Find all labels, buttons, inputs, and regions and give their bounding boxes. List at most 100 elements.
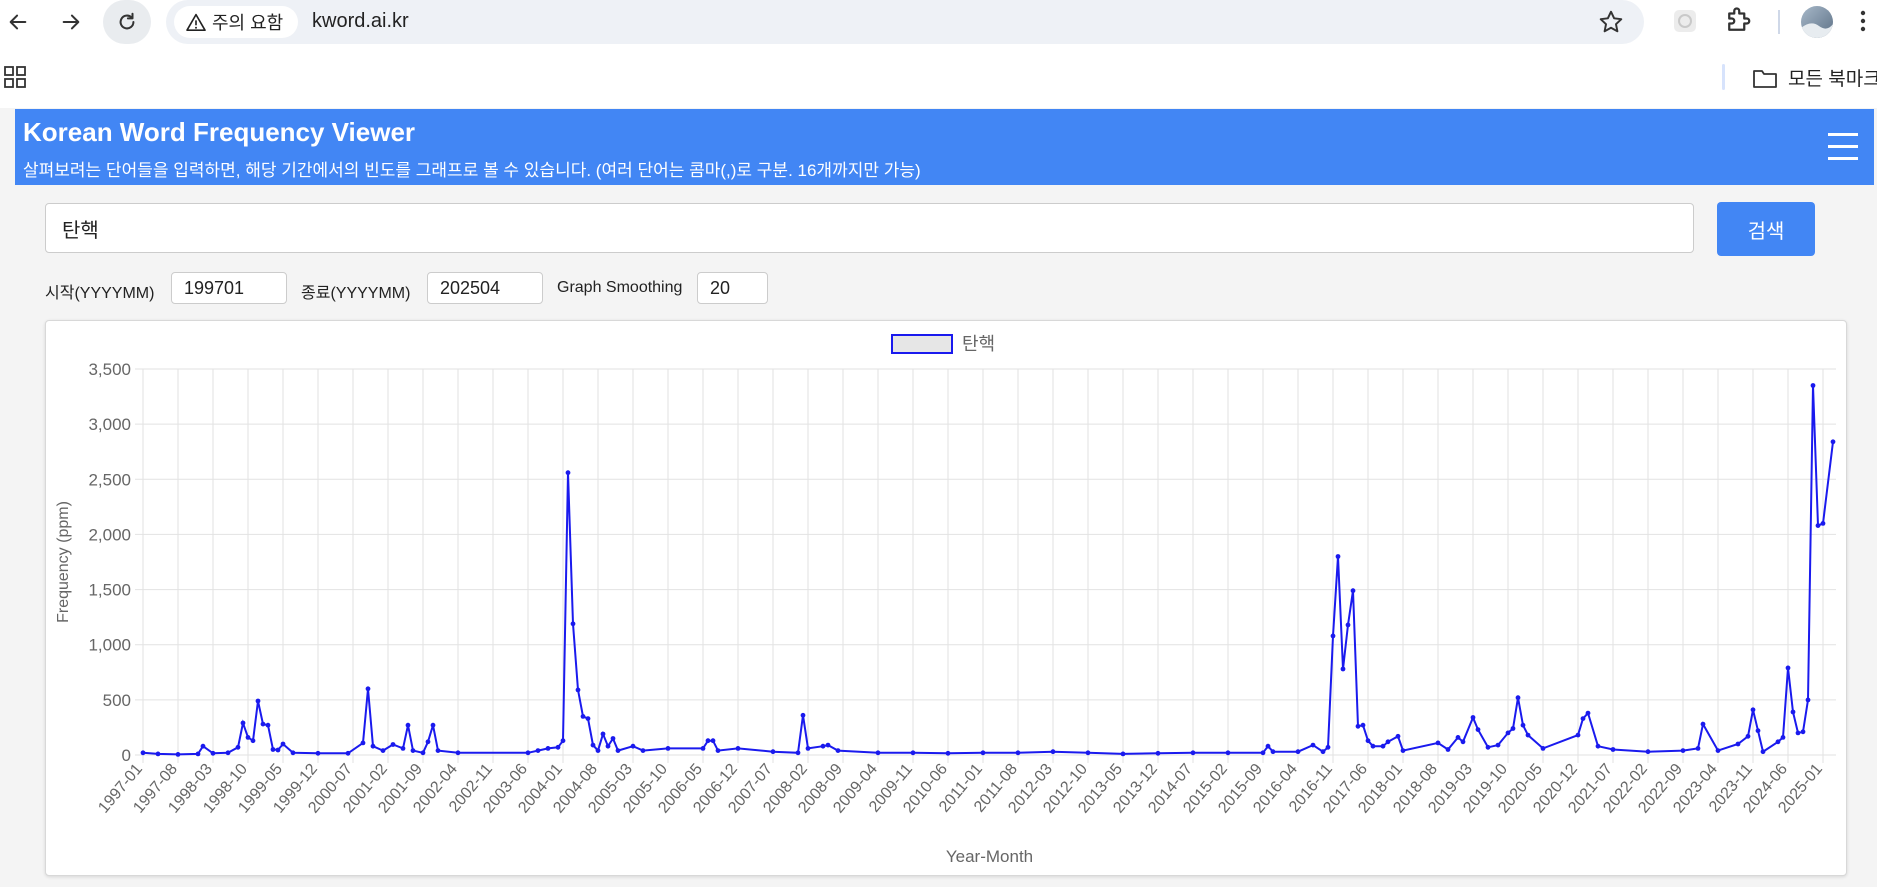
data-point — [1085, 750, 1091, 756]
back-button[interactable] — [2, 6, 34, 38]
page-subtitle: 살펴보려는 단어들을 입력하면, 해당 기간에서의 빈도를 그래프로 볼 수 있… — [23, 161, 921, 180]
data-point — [1815, 523, 1821, 528]
url-text[interactable]: kword.ai.kr — [312, 10, 409, 33]
data-point — [1540, 746, 1546, 751]
data-point — [1785, 665, 1791, 671]
y-tick-label: 1,500 — [88, 581, 131, 600]
data-point — [700, 746, 706, 751]
apps-grid-icon[interactable] — [4, 66, 26, 93]
browser-menu-icon[interactable] — [1853, 6, 1873, 36]
toolbar-divider — [1778, 10, 1780, 34]
address-bar[interactable]: 주의 요함 kword.ai.kr — [166, 0, 1644, 44]
profile-avatar[interactable] — [1801, 6, 1833, 38]
hamburger-menu-icon[interactable] — [1828, 133, 1858, 161]
all-bookmarks-folder[interactable]: 모든 북마크 — [1752, 64, 1877, 91]
data-point — [1805, 697, 1811, 703]
data-point — [570, 621, 576, 627]
data-point — [1455, 735, 1461, 740]
data-point — [1645, 749, 1651, 755]
data-point — [565, 470, 571, 476]
reload-button[interactable] — [103, 0, 151, 44]
search-input[interactable] — [45, 203, 1694, 253]
data-point — [835, 748, 841, 753]
data-point — [1745, 733, 1751, 739]
data-point — [1485, 744, 1491, 750]
security-warning-chip[interactable]: 주의 요함 — [174, 6, 298, 38]
data-point — [805, 746, 811, 751]
data-point — [265, 722, 271, 728]
data-point — [1155, 750, 1161, 756]
extension-icon[interactable] — [1670, 6, 1700, 36]
data-point — [1525, 732, 1531, 738]
data-point — [235, 744, 241, 750]
data-point — [545, 746, 551, 751]
data-point — [1340, 666, 1346, 672]
data-point — [155, 751, 161, 757]
data-point — [1345, 622, 1351, 628]
bookmark-star-icon[interactable] — [1598, 9, 1624, 35]
data-point — [640, 748, 646, 753]
data-point — [1695, 746, 1701, 751]
data-point — [715, 748, 721, 753]
forward-button[interactable] — [55, 6, 87, 38]
data-point — [405, 722, 411, 728]
data-point — [1325, 744, 1331, 750]
page-title: Korean Word Frequency Viewer — [23, 117, 416, 147]
extensions-puzzle-icon[interactable] — [1723, 6, 1753, 36]
data-point — [240, 720, 246, 726]
y-tick-label: 3,500 — [88, 360, 131, 379]
data-point — [1330, 633, 1336, 639]
data-point — [1365, 738, 1371, 744]
x-axis-title: Year-Month — [946, 847, 1033, 866]
start-date-input[interactable] — [171, 272, 287, 304]
data-point — [1780, 735, 1786, 740]
data-point — [595, 748, 601, 753]
bookmarks-separator — [1722, 64, 1725, 90]
data-point — [615, 748, 621, 753]
y-tick-label: 1,000 — [88, 636, 131, 655]
data-point — [400, 746, 406, 751]
data-point — [1610, 747, 1616, 752]
data-point — [1355, 723, 1361, 729]
y-axis-title: Frequency (ppm) — [55, 501, 72, 623]
data-point — [360, 740, 366, 746]
data-point — [1335, 554, 1341, 559]
data-point — [225, 750, 231, 756]
data-point — [1515, 695, 1521, 701]
data-point — [1800, 729, 1806, 735]
data-point — [1265, 743, 1271, 749]
legend-label: 탄핵 — [962, 334, 995, 354]
end-date-input[interactable] — [427, 272, 543, 304]
data-point — [380, 748, 386, 753]
y-tick-label: 2,000 — [88, 525, 131, 544]
data-point — [1360, 722, 1366, 728]
data-point — [425, 739, 431, 745]
data-point — [1120, 751, 1126, 757]
data-point — [435, 748, 441, 753]
data-point — [140, 750, 146, 756]
data-point — [1270, 749, 1276, 755]
data-point — [1435, 740, 1441, 746]
data-point — [1310, 742, 1316, 748]
data-point — [420, 750, 426, 756]
search-button[interactable]: 검색 — [1717, 202, 1815, 256]
data-point — [1400, 748, 1406, 753]
data-point — [1460, 739, 1466, 745]
data-point — [1350, 588, 1356, 594]
data-point — [600, 731, 606, 737]
data-point — [250, 738, 256, 744]
data-point — [365, 686, 371, 692]
data-point — [1680, 748, 1686, 753]
browser-toolbar: 주의 요함 kword.ai.kr — [0, 0, 1877, 44]
all-bookmarks-label: 모든 북마크 — [1788, 69, 1877, 90]
smoothing-input[interactable] — [697, 272, 768, 304]
data-point — [560, 738, 566, 744]
data-point — [795, 750, 801, 756]
data-point — [1260, 750, 1266, 756]
data-point — [1320, 749, 1326, 755]
data-point — [260, 721, 266, 727]
data-point — [1385, 739, 1391, 745]
data-point — [590, 742, 596, 748]
data-point — [1790, 709, 1796, 715]
data-point — [875, 750, 881, 756]
